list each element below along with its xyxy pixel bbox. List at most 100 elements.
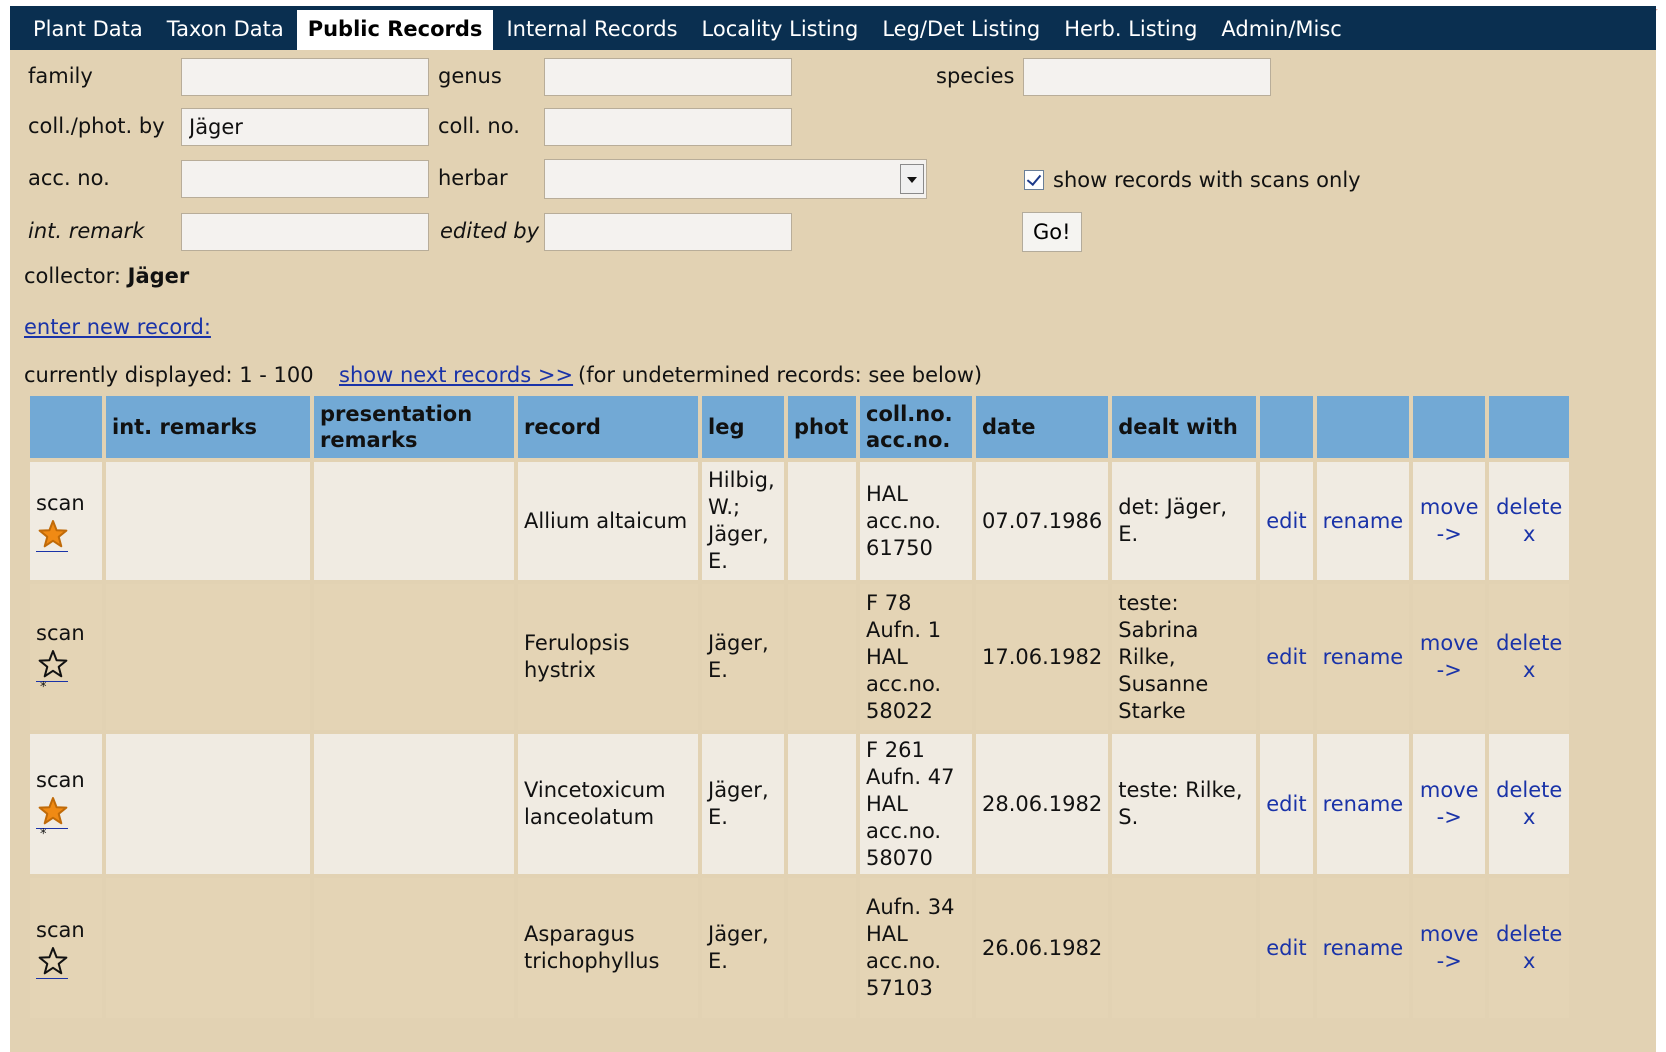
coll-no-line: F 261	[866, 737, 925, 762]
tab-admin-misc[interactable]: Admin/Misc	[1210, 10, 1352, 50]
col-presentation-remarks-l1: presentation	[320, 402, 473, 426]
tab-taxon-data[interactable]: Taxon Data	[156, 10, 295, 50]
coll-no-line: 58070	[866, 845, 933, 870]
herbar-select[interactable]	[544, 159, 927, 199]
record-cell: Ferulopsis hystrix	[518, 584, 698, 730]
date-cell: 28.06.1982	[976, 734, 1109, 874]
leg-line: Jäger,	[708, 631, 769, 655]
delete-link[interactable]: delete x	[1489, 584, 1570, 730]
coll-no-cell: Aufn. 34 HAL acc.no. 57103	[860, 878, 972, 1018]
int-remarks-cell	[106, 878, 310, 1018]
delete-link[interactable]: delete x	[1489, 462, 1570, 580]
dealt-with-line: det: Jäger, E.	[1118, 495, 1228, 546]
family-input[interactable]	[181, 58, 429, 96]
move-link[interactable]: move ->	[1413, 462, 1486, 580]
move-line: ->	[1436, 658, 1462, 682]
tab-locality-listing[interactable]: Locality Listing	[691, 10, 870, 50]
edit-link[interactable]: edit	[1260, 878, 1313, 1018]
col-rename	[1316, 396, 1410, 458]
chevron-down-icon[interactable]	[900, 164, 924, 194]
scan-link[interactable]: scan	[36, 917, 85, 944]
next-records-link[interactable]: show next records >>	[339, 363, 573, 387]
move-link[interactable]: move ->	[1413, 584, 1486, 730]
app-frame: Plant Data Taxon Data Public Records Int…	[10, 6, 1656, 1052]
scan-cell[interactable]: scan	[30, 462, 102, 580]
coll-no-line: acc.no.	[866, 508, 942, 533]
record-cell: Vincetoxicum lanceolatum	[518, 734, 698, 874]
leg-line: Jäger,	[708, 522, 769, 546]
delete-line: x	[1523, 658, 1536, 682]
col-edit	[1260, 396, 1313, 458]
leg-line: W.;	[708, 495, 741, 519]
coll-no-label: coll. no.	[438, 114, 520, 138]
coll-no-line: Aufn. 34	[866, 895, 955, 919]
edit-link[interactable]: edit	[1260, 462, 1313, 580]
leg-line: E.	[708, 949, 728, 973]
genus-input[interactable]	[544, 58, 792, 96]
move-link[interactable]: move ->	[1413, 734, 1486, 874]
dealt-with-cell: teste: Sabrina Rilke, Susanne Starke	[1112, 584, 1257, 730]
edited-by-input[interactable]	[544, 213, 792, 251]
col-move	[1413, 396, 1486, 458]
phot-cell	[788, 734, 856, 874]
new-record-link[interactable]: enter new record:	[24, 315, 211, 339]
tab-public-records[interactable]: Public Records	[296, 10, 494, 50]
scan-cell[interactable]: scan *	[30, 734, 102, 874]
col-presentation-remarks: presentation remarks	[314, 396, 514, 458]
edit-link[interactable]: edit	[1260, 734, 1313, 874]
star-outline-icon[interactable]	[36, 946, 96, 976]
scan-link[interactable]: scan	[36, 490, 85, 517]
scan-cell[interactable]: scan *	[30, 584, 102, 730]
leg-cell: Hilbig, W.; Jäger, E.	[702, 462, 784, 580]
genus-label: genus	[438, 64, 502, 88]
tab-leg-det-listing[interactable]: Leg/Det Listing	[871, 10, 1051, 50]
go-button[interactable]: Go!	[1022, 212, 1082, 252]
move-line: move	[1419, 778, 1479, 802]
rename-link[interactable]: rename	[1316, 734, 1410, 874]
record-line: hystrix	[524, 658, 596, 682]
coll-no-line: HAL	[866, 644, 908, 669]
main-nav: Plant Data Taxon Data Public Records Int…	[10, 6, 1656, 50]
leg-line: Jäger,	[708, 778, 769, 802]
star-filled-icon[interactable]	[36, 796, 96, 826]
table-row: scan * Vincetoxicum lanceolatum Jäger, E. F 26…	[30, 734, 1570, 874]
delete-link[interactable]: delete x	[1489, 734, 1570, 874]
scan-link[interactable]: scan	[36, 767, 85, 794]
move-line: move	[1419, 631, 1479, 655]
int-remarks-cell	[106, 584, 310, 730]
acc-no-input[interactable]	[181, 160, 429, 198]
edit-link[interactable]: edit	[1260, 584, 1313, 730]
species-input[interactable]	[1023, 58, 1271, 96]
record-cell: Allium altaicum	[518, 462, 698, 580]
rename-link[interactable]: rename	[1316, 584, 1410, 730]
species-label: species	[936, 64, 1015, 88]
scans-only-checkbox[interactable]	[1024, 170, 1044, 190]
leg-line: E.	[708, 805, 728, 829]
leg-line: Hilbig,	[708, 468, 775, 492]
undetermined-note: (for undetermined records: see below)	[578, 363, 983, 387]
delete-link[interactable]: delete x	[1489, 878, 1570, 1018]
col-presentation-remarks-l2: remarks	[320, 428, 418, 452]
tab-plant-data[interactable]: Plant Data	[22, 10, 154, 50]
date-cell: 17.06.1982	[976, 584, 1109, 730]
move-line: move	[1419, 922, 1479, 946]
scan-link[interactable]: scan	[36, 620, 85, 647]
leg-line: E.	[708, 658, 728, 682]
phot-cell	[788, 878, 856, 1018]
dealt-with-line: teste:	[1118, 590, 1179, 615]
coll-no-cell: F 78 Aufn. 1 HAL acc.no. 58022	[860, 584, 972, 730]
rename-link[interactable]: rename	[1316, 878, 1410, 1018]
tab-herb-listing[interactable]: Herb. Listing	[1053, 10, 1208, 50]
move-link[interactable]: move ->	[1413, 878, 1486, 1018]
rename-link[interactable]: rename	[1316, 462, 1410, 580]
col-delete	[1489, 396, 1570, 458]
tab-internal-records[interactable]: Internal Records	[495, 10, 688, 50]
col-leg: leg	[702, 396, 784, 458]
star-filled-icon[interactable]	[36, 519, 96, 549]
scan-note: *	[40, 680, 47, 695]
scan-cell[interactable]: scan	[30, 878, 102, 1018]
coll-no-input[interactable]	[544, 108, 792, 146]
star-outline-icon[interactable]	[36, 649, 96, 679]
int-remark-input[interactable]	[181, 213, 429, 251]
collector-input[interactable]	[181, 108, 429, 146]
